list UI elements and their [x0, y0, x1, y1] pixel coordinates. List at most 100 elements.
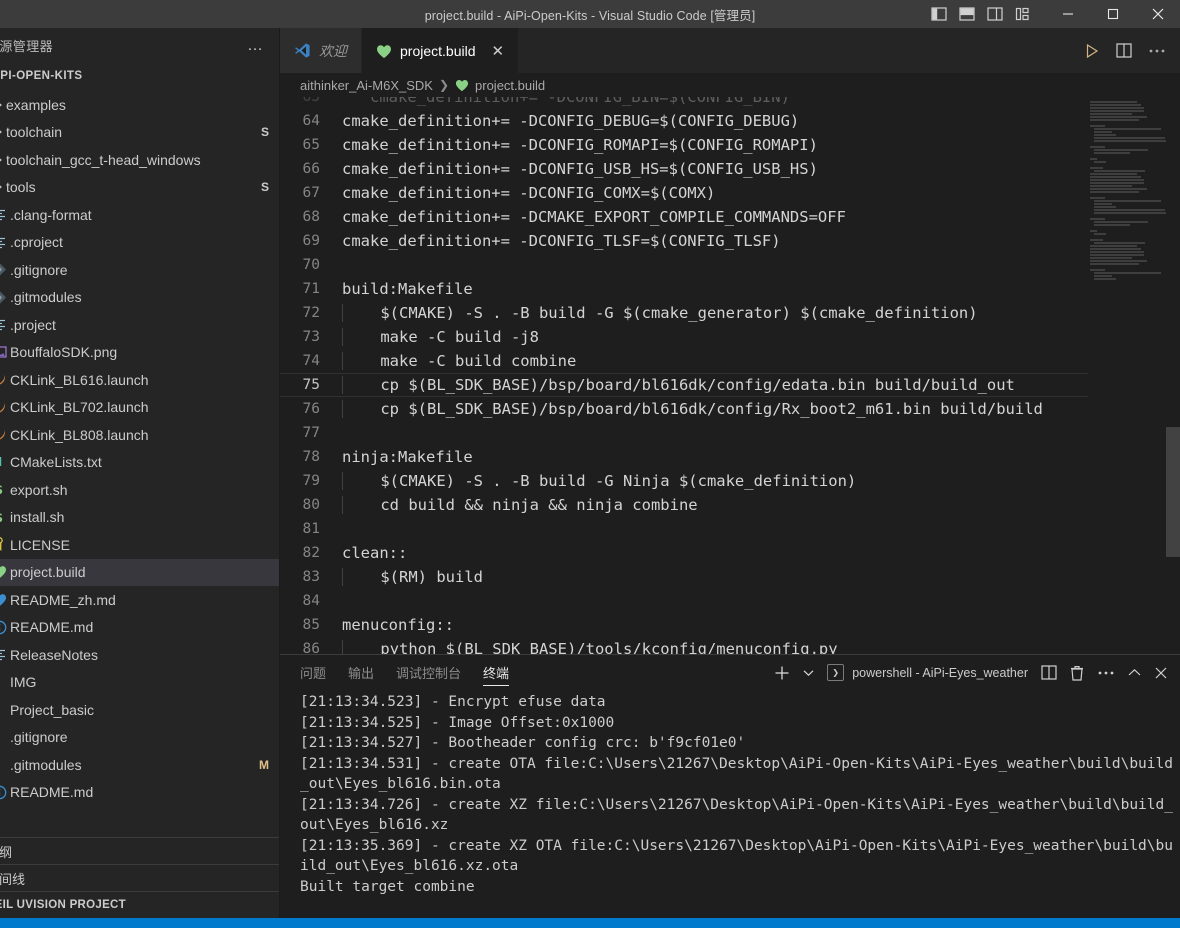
split-terminal-icon[interactable]: [1041, 665, 1057, 680]
tree-file-row[interactable]: $ export.sh: [0, 476, 279, 504]
window-close-button[interactable]: [1135, 0, 1180, 28]
code-line[interactable]: 67 cmake_definition+= -DCONFIG_COMX=$(COM…: [280, 181, 1088, 205]
minimap[interactable]: [1088, 97, 1166, 654]
tree-file-row[interactable]: project.build: [0, 558, 279, 586]
customize-layout-icon[interactable]: [1015, 7, 1031, 21]
editor-scrollbar-thumb[interactable]: [1166, 427, 1180, 557]
code-line[interactable]: 76 cp $(BL_SDK_BASE)/bsp/board/bl616dk/c…: [280, 397, 1088, 421]
tree-folder-row[interactable]: toolchain S: [0, 119, 279, 147]
code-line[interactable]: 80 cd build && ninja && ninja combine: [280, 493, 1088, 517]
status-bar[interactable]: [0, 918, 1180, 928]
code-line[interactable]: 63 cmake_definition+= -DCONFIG_BIN=$(CON…: [280, 97, 1088, 109]
window-minimize-button[interactable]: [1045, 0, 1090, 28]
sidebar-more-actions-icon[interactable]: …: [247, 37, 265, 53]
code-line[interactable]: 85 menuconfig::: [280, 613, 1088, 637]
tree-file-row[interactable]: .gitmodules M: [0, 751, 279, 779]
code-line[interactable]: 73 make -C build -j8: [280, 325, 1088, 349]
code-text: cp $(BL_SDK_BASE)/bsp/board/bl616dk/conf…: [342, 400, 1088, 418]
tree-file-row[interactable]: .gitignore: [0, 724, 279, 752]
toggle-primary-sidebar-icon[interactable]: [931, 7, 947, 21]
code-line[interactable]: 72 $(CMAKE) -S . -B build -G $(cmake_gen…: [280, 301, 1088, 325]
git-file-icon: [0, 290, 10, 305]
tree-file-row[interactable]: LICENSE: [0, 531, 279, 559]
panel-tabs[interactable]: 问题 输出 调试控制台 终端: [300, 655, 510, 690]
tree-file-row[interactable]: CKLink_BL702.launch: [0, 394, 279, 422]
minimap-line: [1094, 233, 1106, 235]
explorer-project-header[interactable]: AIPI-OPEN-KITS: [0, 63, 279, 89]
tab-project-build[interactable]: project.build ✕: [362, 28, 520, 73]
tree-file-row[interactable]: Project_basic: [0, 696, 279, 724]
tree-folder-row[interactable]: tools S: [0, 174, 279, 202]
tree-file-row[interactable]: .cproject: [0, 229, 279, 257]
tree-item-badge: S: [260, 125, 269, 140]
code-line[interactable]: 75 cp $(BL_SDK_BASE)/bsp/board/bl616dk/c…: [280, 373, 1088, 397]
toggle-secondary-sidebar-icon[interactable]: [987, 7, 1003, 21]
code-line[interactable]: 65 cmake_definition+= -DCONFIG_ROMAPI=$(C…: [280, 133, 1088, 157]
minimap-line: [1094, 200, 1162, 202]
window-maximize-button[interactable]: [1090, 0, 1135, 28]
code-line[interactable]: 70: [280, 253, 1088, 277]
tree-file-row[interactable]: README.md: [0, 779, 279, 807]
panel-tab[interactable]: 输出: [348, 655, 374, 690]
panel-tab[interactable]: 问题: [300, 655, 326, 690]
tree-file-row[interactable]: BouffaloSDK.png: [0, 339, 279, 367]
code-line[interactable]: 79 $(CMAKE) -S . -B build -G Ninja $(cma…: [280, 469, 1088, 493]
code-line[interactable]: 68 cmake_definition+= -DCMAKE_EXPORT_COMP…: [280, 205, 1088, 229]
more-actions-icon[interactable]: [1148, 48, 1166, 54]
file-tree[interactable]: examples toolchain Stoolchain_gcc_t-head_w…: [0, 89, 279, 837]
code-line[interactable]: 84: [280, 589, 1088, 613]
code-line[interactable]: 83 $(RM) build: [280, 565, 1088, 589]
new-terminal-button[interactable]: [774, 665, 790, 681]
code-lines[interactable]: 63 cmake_definition+= -DCONFIG_BIN=$(CON…: [280, 97, 1088, 654]
tree-file-row[interactable]: .clang-format: [0, 201, 279, 229]
run-button[interactable]: [1084, 43, 1100, 59]
tree-file-row[interactable]: $ install.sh: [0, 504, 279, 532]
tree-file-row[interactable]: M CMakeLists.txt: [0, 449, 279, 477]
tree-file-row[interactable]: README_zh.md: [0, 586, 279, 614]
breadcrumb-root[interactable]: aithinker_Ai-M6X_SDK: [300, 78, 433, 93]
code-line[interactable]: 71 build:Makefile: [280, 277, 1088, 301]
timeline-panel-header[interactable]: 时间线: [0, 864, 279, 891]
close-icon[interactable]: ✕: [492, 42, 505, 60]
outline-panel-header[interactable]: 大纲: [0, 837, 279, 864]
terminal-selector[interactable]: ❯ powershell - AiPi-Eyes_weather: [827, 664, 1028, 681]
split-editor-icon[interactable]: [1116, 43, 1132, 58]
tree-file-row[interactable]: CKLink_BL616.launch: [0, 366, 279, 394]
panel-tab[interactable]: 终端: [483, 655, 510, 690]
tree-file-row[interactable]: .project: [0, 311, 279, 339]
code-line[interactable]: 81: [280, 517, 1088, 541]
code-line[interactable]: 74 make -C build combine: [280, 349, 1088, 373]
tree-file-row[interactable]: .gitignore: [0, 256, 279, 284]
chevron-up-icon[interactable]: [1128, 668, 1141, 677]
code-text: $(CMAKE) -S . -B build -G Ninja $(cmake_…: [342, 472, 1088, 490]
minimap-line: [1094, 224, 1130, 226]
tab-welcome[interactable]: 欢迎: [280, 28, 362, 73]
code-line[interactable]: 78 ninja:Makefile: [280, 445, 1088, 469]
tree-folder-row[interactable]: examples: [0, 91, 279, 119]
code-line[interactable]: 66 cmake_definition+= -DCONFIG_USB_HS=$(C…: [280, 157, 1088, 181]
chevron-down-icon[interactable]: [803, 669, 814, 677]
tree-file-row[interactable]: ReleaseNotes: [0, 641, 279, 669]
tree-file-row[interactable]: IMG: [0, 669, 279, 697]
code-line[interactable]: 82 clean::: [280, 541, 1088, 565]
toggle-panel-icon[interactable]: [959, 7, 975, 21]
minimap-line: [1090, 254, 1144, 256]
more-actions-icon[interactable]: [1097, 670, 1115, 676]
code-editor[interactable]: 63 cmake_definition+= -DCONFIG_BIN=$(CON…: [280, 97, 1180, 654]
code-line[interactable]: 69 cmake_definition+= -DCONFIG_TLSF=$(CON…: [280, 229, 1088, 253]
editor-scrollbar[interactable]: [1166, 97, 1180, 654]
close-icon[interactable]: [1154, 666, 1168, 680]
editor-tabs-bar: 欢迎 project.build ✕: [280, 28, 1180, 73]
panel-tab[interactable]: 调试控制台: [396, 655, 461, 690]
tree-file-row[interactable]: CKLink_BL808.launch: [0, 421, 279, 449]
code-line[interactable]: 64 cmake_definition+= -DCONFIG_DEBUG=$(CO…: [280, 109, 1088, 133]
terminal-output[interactable]: [21:13:34.523] - Encrypt efuse data [21:…: [280, 690, 1180, 918]
code-line[interactable]: 86 python $(BL_SDK_BASE)/tools/kconfig/m…: [280, 637, 1088, 654]
keil-project-panel-header[interactable]: KEIL UVISION PROJECT: [0, 891, 279, 918]
tree-folder-row[interactable]: toolchain_gcc_t-head_windows: [0, 146, 279, 174]
tree-file-row[interactable]: README.md: [0, 614, 279, 642]
breadcrumb-file[interactable]: project.build: [475, 78, 545, 93]
tree-file-row[interactable]: .gitmodules: [0, 284, 279, 312]
trash-icon[interactable]: [1070, 665, 1084, 681]
code-line[interactable]: 77: [280, 421, 1088, 445]
